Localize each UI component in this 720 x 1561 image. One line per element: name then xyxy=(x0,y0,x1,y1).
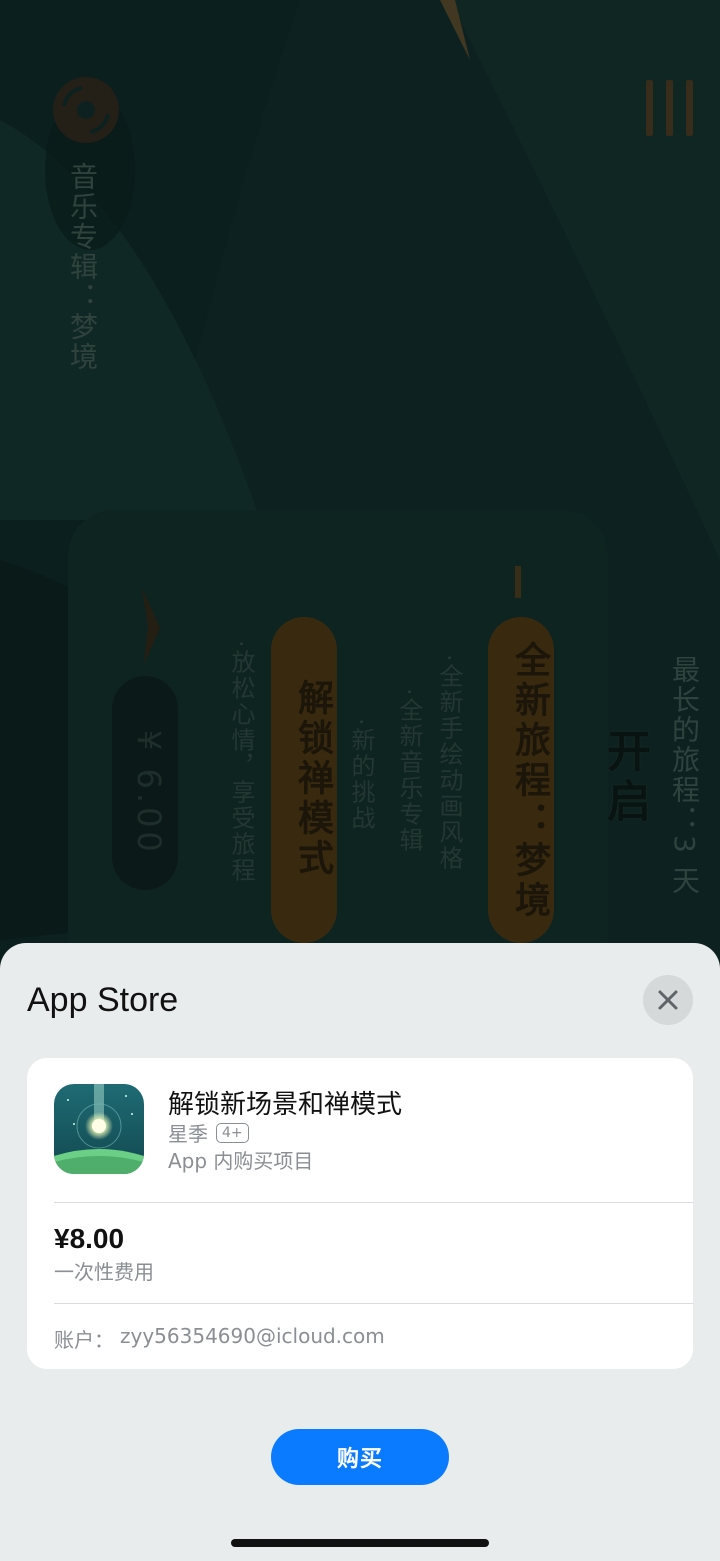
purchase-sheet: App Store 解锁新场景和禅模式 星季 4+ App 内购买项目 ¥8.0… xyxy=(0,943,720,1561)
close-button[interactable] xyxy=(643,975,693,1025)
account-row: 账户： zyy56354690@icloud.com xyxy=(54,1324,385,1353)
divider xyxy=(54,1303,693,1304)
divider xyxy=(54,1202,693,1203)
account-email: zyy56354690@icloud.com xyxy=(120,1324,385,1348)
age-rating-badge: 4+ xyxy=(216,1122,249,1143)
account-label: 账户： xyxy=(54,1328,114,1352)
price: ¥8.00 xyxy=(54,1223,125,1254)
app-icon xyxy=(54,1084,144,1174)
home-indicator[interactable] xyxy=(231,1539,489,1547)
item-title: 解锁新场景和禅模式 xyxy=(168,1090,403,1120)
close-icon xyxy=(658,990,678,1010)
sheet-title: App Store xyxy=(27,981,179,1019)
buy-button[interactable]: 购买 xyxy=(271,1429,449,1485)
developer-name: 星季 xyxy=(168,1122,208,1146)
developer-row: 星季 4+ xyxy=(168,1118,249,1147)
item-type: App 内购买项目 xyxy=(168,1149,314,1173)
price-note: 一次性费用 xyxy=(54,1260,154,1284)
purchase-details-panel: 解锁新场景和禅模式 星季 4+ App 内购买项目 ¥8.00 一次性费用 账户… xyxy=(27,1058,693,1369)
